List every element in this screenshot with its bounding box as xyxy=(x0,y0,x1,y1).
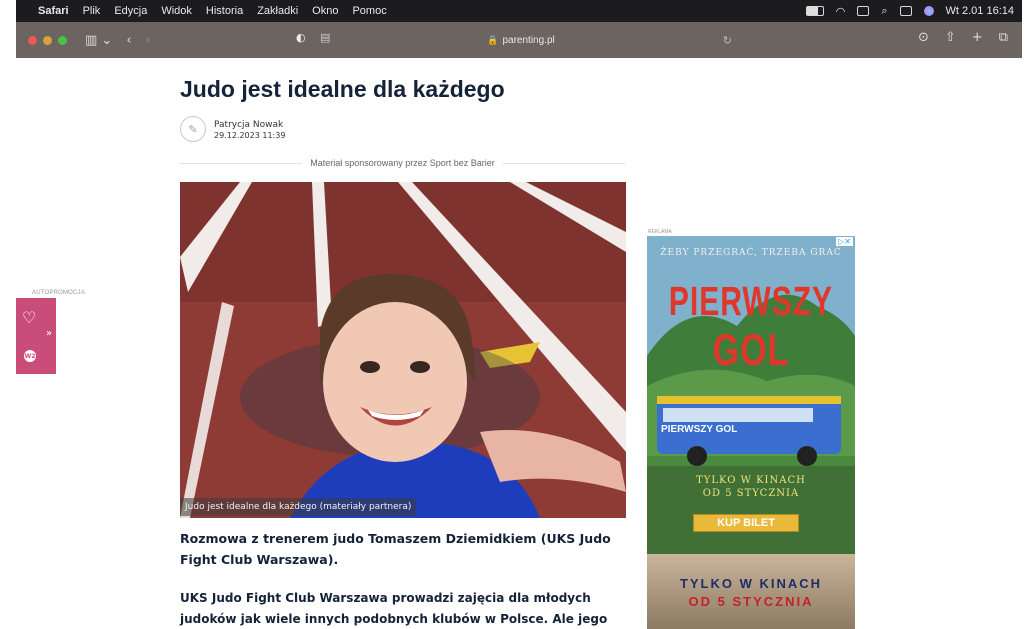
ad-tagline: ŻEBY PRZEGRAĆ, TRZEBA GRAĆ xyxy=(660,248,842,258)
menu-pomoc[interactable]: Pomoc xyxy=(352,5,386,17)
heart-icon: ♡ xyxy=(22,308,37,327)
menu-historia[interactable]: Historia xyxy=(206,5,243,17)
wifi-icon[interactable]: ◠ xyxy=(836,5,846,18)
article-hero-image xyxy=(180,182,626,518)
ad-bottom-line-1: TYLKO W KINACH xyxy=(679,576,823,591)
article-title: Judo jest idealne dla każdego xyxy=(180,76,505,102)
address-bar[interactable]: 🔒 parenting.pl ↻ xyxy=(306,28,736,52)
siri-icon[interactable] xyxy=(923,6,934,16)
menu-zakladki[interactable]: Zakładki xyxy=(257,5,298,17)
macos-menu-bar: Safari Plik Edycja Widok Historia Zakład… xyxy=(16,0,1022,22)
share-icon[interactable]: ⇧ xyxy=(945,30,956,45)
autopromo-badge: W2 xyxy=(24,350,36,362)
article-paragraph: UKS Judo Fight Club Warszawa prowadzi za… xyxy=(180,591,608,626)
close-window-button[interactable] xyxy=(28,35,37,45)
publish-date: 29.12.2023 11:39 xyxy=(214,130,286,140)
advertisement-banner[interactable]: ▷✕ ŻEBY PRZEGRAĆ, TRZEBA GRAĆ PIERWSZY G… xyxy=(647,236,855,629)
web-page: Judo jest idealne dla każdego ✎ Patrycja… xyxy=(16,58,1022,629)
url-text: parenting.pl xyxy=(502,34,555,46)
minimize-window-button[interactable] xyxy=(43,35,52,45)
ad-bus-text: PIERWSZY GOL xyxy=(661,424,738,435)
menu-clock[interactable]: Wt 2.01 16:14 xyxy=(946,5,1015,17)
author-block: ✎ Patrycja Nowak 29.12.2023 11:39 xyxy=(180,116,285,142)
image-caption: Judo jest idealne dla każdego (materiały… xyxy=(180,498,417,516)
ad-cinema-text: TYLKO W KINACH OD 5 STYCZNIA xyxy=(647,474,855,500)
ad-title-line-2: GOL xyxy=(712,326,790,376)
privacy-shield-icon[interactable]: ◐ xyxy=(296,31,306,44)
ad-title-line-1: PIERWSZY xyxy=(668,280,834,325)
ad-cinema-line-2: OD 5 STYCZNIA xyxy=(702,488,800,499)
divider xyxy=(180,162,303,164)
buy-ticket-button[interactable]: KUP BILET xyxy=(693,514,799,532)
divider xyxy=(502,162,625,164)
ad-bottom-line-2: OD 5 STYCZNIA xyxy=(688,594,814,609)
ad-cinema-line-1: TYLKO W KINACH xyxy=(696,475,806,486)
author-name[interactable]: Patrycja Nowak xyxy=(214,119,285,131)
sponsor-note: Materiał sponsorowany przez Sport bez Ba… xyxy=(180,156,625,170)
menu-edycja[interactable]: Edycja xyxy=(114,5,147,17)
battery-icon[interactable] xyxy=(805,6,824,16)
window-controls xyxy=(28,35,67,45)
ad-bottom-panel: TYLKO W KINACH OD 5 STYCZNIA xyxy=(647,554,855,629)
new-tab-icon[interactable]: + xyxy=(972,30,983,45)
spotlight-search-icon[interactable]: ⌕ xyxy=(881,5,887,18)
downloads-icon[interactable]: ⊙ xyxy=(918,30,929,45)
back-icon[interactable]: ‹ xyxy=(126,33,131,48)
autopromo-widget[interactable]: ♡ » W2 xyxy=(16,298,56,374)
safari-toolbar: ▥ ⌄ ‹ › ◐ ▤ 🔒 parenting.pl ↻ ⊙ ⇧ + ⧉ xyxy=(16,22,1022,58)
sound-icon[interactable] xyxy=(857,6,870,16)
ad-choices-icon[interactable]: ▷✕ xyxy=(836,237,853,246)
sidebar-toggle-icon[interactable]: ▥ ⌄ xyxy=(85,33,112,48)
ad-label: REKLAMA xyxy=(648,229,672,235)
menu-okno[interactable]: Okno xyxy=(312,5,338,17)
expand-arrow-icon[interactable]: » xyxy=(46,328,52,339)
menu-safari[interactable]: Safari xyxy=(38,5,69,17)
reload-icon[interactable]: ↻ xyxy=(723,34,732,47)
autopromo-label: AUTOPROMOCJA xyxy=(32,290,85,296)
article-lead: Rozmowa z trenerem judo Tomaszem Dziemid… xyxy=(180,531,611,567)
sponsor-text: Materiał sponsorowany przez Sport bez Ba… xyxy=(310,158,495,168)
menu-widok[interactable]: Widok xyxy=(161,5,192,17)
menu-plik[interactable]: Plik xyxy=(83,5,101,17)
lock-icon: 🔒 xyxy=(487,34,499,45)
tab-overview-icon[interactable]: ⧉ xyxy=(999,30,1008,45)
zoom-window-button[interactable] xyxy=(58,35,67,45)
control-center-icon[interactable] xyxy=(899,6,912,16)
author-avatar[interactable]: ✎ xyxy=(180,116,206,142)
forward-icon[interactable]: › xyxy=(146,33,151,48)
